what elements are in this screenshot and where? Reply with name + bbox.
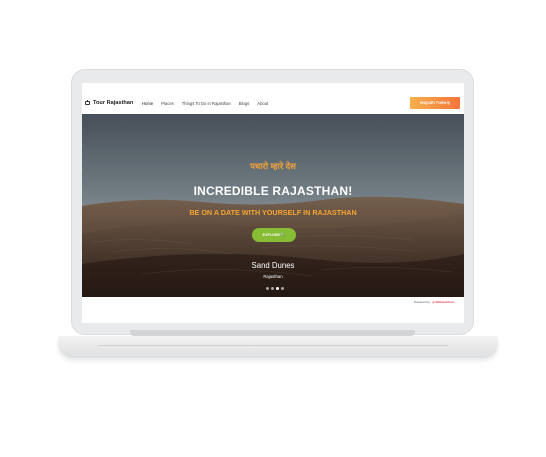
slider-dot[interactable] <box>271 287 274 290</box>
slider-dot-active[interactable] <box>276 287 279 290</box>
powered-by: Powered by ⊿⁄ Webwebhost <box>414 300 454 304</box>
hero-title: INCREDIBLE RAJASTHAN! <box>193 184 353 198</box>
hero-slider: पधारो म्हारे देस INCREDIBLE RAJASTHAN! B… <box>82 114 464 297</box>
nav-item-home[interactable]: Home <box>142 101 153 106</box>
brand-name: Tour Rajasthan <box>93 100 134 106</box>
enquiry-form-button[interactable]: ENQUIRY FORM ⎘ <box>410 97 460 109</box>
laptop-mockup: Tour Rajasthan Home Places Things To Do … <box>0 0 546 457</box>
slide-location: Rajasthan <box>263 274 283 279</box>
hero-subtitle: BE ON A DATE WITH YOURSELF IN RAJASTHAN <box>189 208 357 217</box>
top-navigation: Tour Rajasthan Home Places Things To Do … <box>82 83 464 114</box>
explore-button[interactable]: EXPLORE 🔍 <box>252 228 296 242</box>
slider-dots <box>266 287 284 290</box>
powered-by-label: Powered by <box>414 300 430 304</box>
nav-item-things-to-do[interactable]: Things To Do in Rajasthan <box>182 101 231 106</box>
laptop-base-edge <box>98 345 448 346</box>
nav-item-about[interactable]: About <box>257 101 268 106</box>
laptop-screen: Tour Rajasthan Home Places Things To Do … <box>82 83 464 323</box>
webwebhost-logo[interactable]: ⊿⁄ Webwebhost <box>432 300 454 304</box>
nav-menu: Home Places Things To Do in Rajasthan Bl… <box>142 101 268 106</box>
nav-item-blogs[interactable]: Blogs <box>239 101 249 106</box>
brand[interactable]: Tour Rajasthan <box>85 100 133 106</box>
camera-icon <box>85 100 90 105</box>
slider-dot[interactable] <box>266 287 269 290</box>
hero-hindi-tagline: पधारो म्हारे देस <box>250 161 296 171</box>
slider-dot[interactable] <box>281 287 284 290</box>
nav-item-places[interactable]: Places <box>161 101 174 106</box>
slide-caption: Sand Dunes <box>251 261 295 270</box>
laptop-base <box>58 336 498 358</box>
